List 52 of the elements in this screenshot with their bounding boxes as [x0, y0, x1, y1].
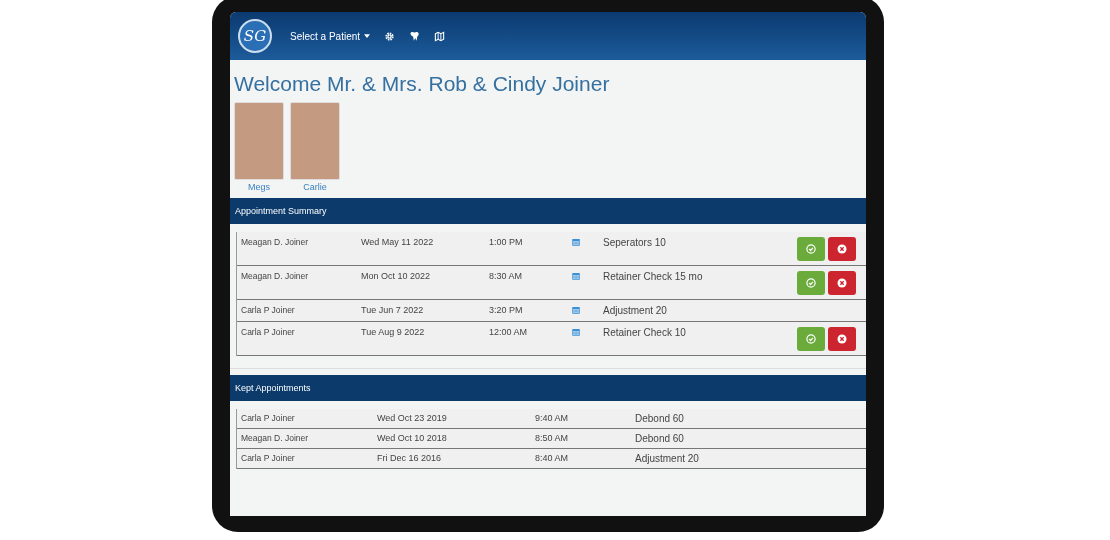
close-circle-icon[interactable]: [836, 243, 848, 255]
check-circle-icon[interactable]: [805, 277, 817, 289]
calendar-icon: [571, 271, 581, 281]
procedure-name: Debond 60: [635, 433, 685, 444]
patient-dropdown[interactable]: Select a Patient: [290, 30, 371, 42]
calendar-icon: [571, 237, 581, 247]
procedure-name: Adjustment 20: [635, 453, 700, 464]
appointment-date: Wed May 11 2022: [361, 237, 435, 247]
section-header: Kept Appointments: [230, 375, 866, 401]
patient-name: Meagan D. Joiner: [241, 237, 310, 247]
settings-icon[interactable]: [384, 30, 396, 42]
section-header: Appointment Summary: [230, 198, 866, 224]
procedure-name: Retainer Check 10: [603, 327, 687, 338]
procedure-name: Seperators 10: [603, 237, 667, 248]
cancel-button[interactable]: [828, 271, 856, 295]
appointment-time: 1:00 PM: [489, 237, 524, 247]
patient-name: Meagan D. Joiner: [241, 271, 310, 281]
appointment-date: Wed Oct 23 2019: [377, 413, 448, 423]
patient-name: Carla P Joiner: [241, 327, 296, 337]
appointment-time: 8:40 AM: [535, 453, 570, 463]
procedure-name: Retainer Check 15 mo: [603, 271, 704, 282]
check-circle-icon[interactable]: [805, 333, 817, 345]
appointment-time: 3:20 PM: [489, 305, 524, 315]
close-circle-icon[interactable]: [836, 277, 848, 289]
caret-icon: [364, 34, 371, 38]
patient-name: Meagan D. Joiner: [241, 433, 310, 443]
patient-name: Carla P Joiner: [241, 413, 296, 423]
patient-name: Carla P Joiner: [241, 453, 296, 463]
appointment-date: Mon Oct 10 2022: [361, 271, 432, 281]
appointment-date: Tue Jun 7 2022: [361, 305, 425, 315]
appointment-time: 9:40 AM: [535, 413, 570, 423]
welcome-heading: Welcome Mr. & Mrs. Rob & Cindy Joiner: [234, 72, 611, 96]
cancel-button[interactable]: [828, 327, 856, 351]
patient-name-link[interactable]: Carlie: [303, 182, 327, 192]
calendar-icon: [571, 327, 581, 337]
procedure-name: Adjustment 20: [603, 305, 668, 316]
appointment-date: Tue Aug 9 2022: [361, 327, 426, 337]
close-circle-icon[interactable]: [836, 333, 848, 345]
map-icon[interactable]: [434, 30, 446, 42]
check-circle-icon[interactable]: [805, 243, 817, 255]
calendar-icon: [571, 305, 581, 315]
tooth-icon[interactable]: [409, 30, 421, 42]
appointment-date: Fri Dec 16 2016: [377, 453, 443, 463]
patient-name: Carla P Joiner: [241, 305, 296, 315]
appointment-date: Wed Oct 10 2018: [377, 433, 448, 443]
appointment-time: 8:50 AM: [535, 433, 570, 443]
appointment-time: 8:30 AM: [489, 271, 524, 281]
cancel-button[interactable]: [828, 237, 856, 261]
logo-badge: SG: [238, 19, 272, 53]
patient-name-link[interactable]: Megs: [248, 182, 270, 192]
appointment-time: 12:00 AM: [489, 327, 529, 337]
procedure-name: Debond 60: [635, 413, 685, 424]
